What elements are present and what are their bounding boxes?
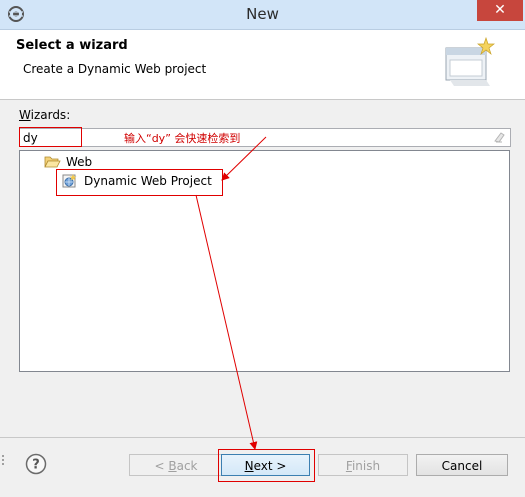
help-icon[interactable]: ?: [25, 453, 47, 475]
title-bar: New ✕: [0, 0, 525, 30]
close-button[interactable]: ✕: [477, 0, 523, 21]
banner-description: Create a Dynamic Web project: [23, 62, 207, 76]
tree-item-label: Dynamic Web Project: [84, 174, 212, 188]
dynamic-web-project-icon: [62, 174, 77, 188]
window-title: New: [246, 5, 279, 23]
wizard-filter-input[interactable]: [23, 129, 483, 146]
folder-open-icon: [44, 156, 61, 168]
resize-grip-icon: [2, 455, 4, 465]
wizard-banner: Select a wizard Create a Dynamic Web pro…: [0, 30, 525, 100]
wizard-tree[interactable]: Web Dynamic Web Project: [19, 150, 510, 372]
button-bar-separator: [0, 437, 525, 438]
back-button[interactable]: < Back: [129, 454, 223, 476]
tree-item-dynamic-web-project[interactable]: Dynamic Web Project: [62, 172, 212, 190]
finish-button[interactable]: Finish: [318, 454, 408, 476]
wizard-filter-field[interactable]: [19, 128, 511, 147]
tree-item-web[interactable]: Web: [44, 153, 92, 171]
annotation-text: 输入“dy” 会快速检索到: [124, 132, 241, 145]
next-button[interactable]: Next >: [221, 454, 310, 476]
clear-filter-icon[interactable]: [493, 131, 505, 143]
close-icon: ✕: [494, 2, 506, 18]
wizards-label: Wizards:: [19, 108, 71, 122]
tree-item-label: Web: [66, 155, 93, 169]
wizard-banner-icon: [445, 36, 495, 86]
cancel-button[interactable]: Cancel: [416, 454, 508, 476]
svg-text:?: ?: [32, 458, 40, 473]
banner-title: Select a wizard: [16, 38, 128, 53]
